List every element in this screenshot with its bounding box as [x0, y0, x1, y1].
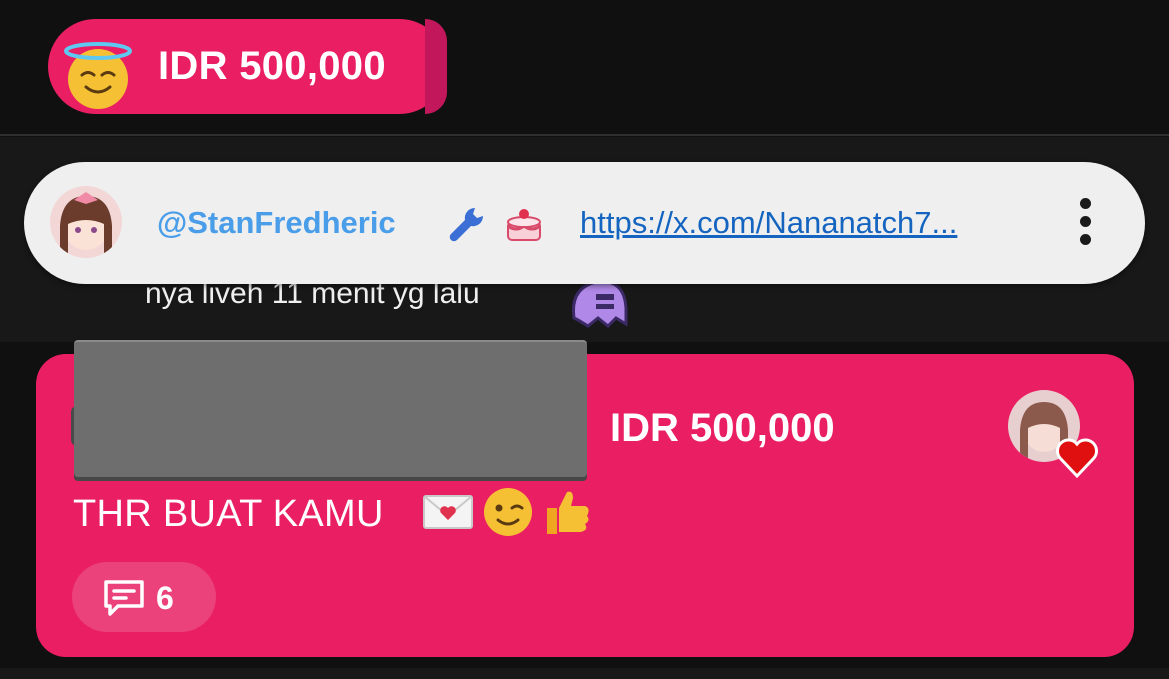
section-divider	[0, 134, 1169, 136]
message-action-bar[interactable]: @StanFredheric https://x.com/Nananatch7.…	[24, 162, 1145, 284]
winking-face-icon	[484, 488, 532, 536]
bottom-strip	[0, 668, 1169, 679]
heart-icon[interactable]	[1054, 434, 1100, 480]
redaction-block	[74, 340, 587, 477]
smiling-face-with-halo-icon	[64, 42, 132, 109]
cake-icon	[507, 209, 541, 241]
donation-amount: IDR 500,000	[610, 406, 835, 450]
wrench-icon	[449, 207, 484, 242]
love-letter-icon	[423, 495, 473, 529]
user-avatar[interactable]	[50, 186, 122, 258]
reply-count: 6	[156, 580, 174, 616]
external-link[interactable]: https://x.com/Nananatch7...	[580, 203, 1050, 243]
pinned-amount: IDR 500,000	[158, 44, 386, 88]
comment-icon	[104, 580, 144, 616]
more-vertical-icon[interactable]	[1070, 194, 1100, 252]
username-link[interactable]: @StanFredheric	[157, 203, 396, 243]
pinned-donation-chip[interactable]: IDR 500,000	[48, 19, 447, 114]
thumbs-up-icon	[547, 491, 589, 534]
chip-shade	[425, 19, 447, 114]
donation-message: THR BUAT KAMU	[73, 493, 384, 535]
screen: IDR 500,000 nya liveh 11 menit yg lalu @…	[0, 0, 1169, 679]
reply-button[interactable]: 6	[72, 562, 216, 632]
